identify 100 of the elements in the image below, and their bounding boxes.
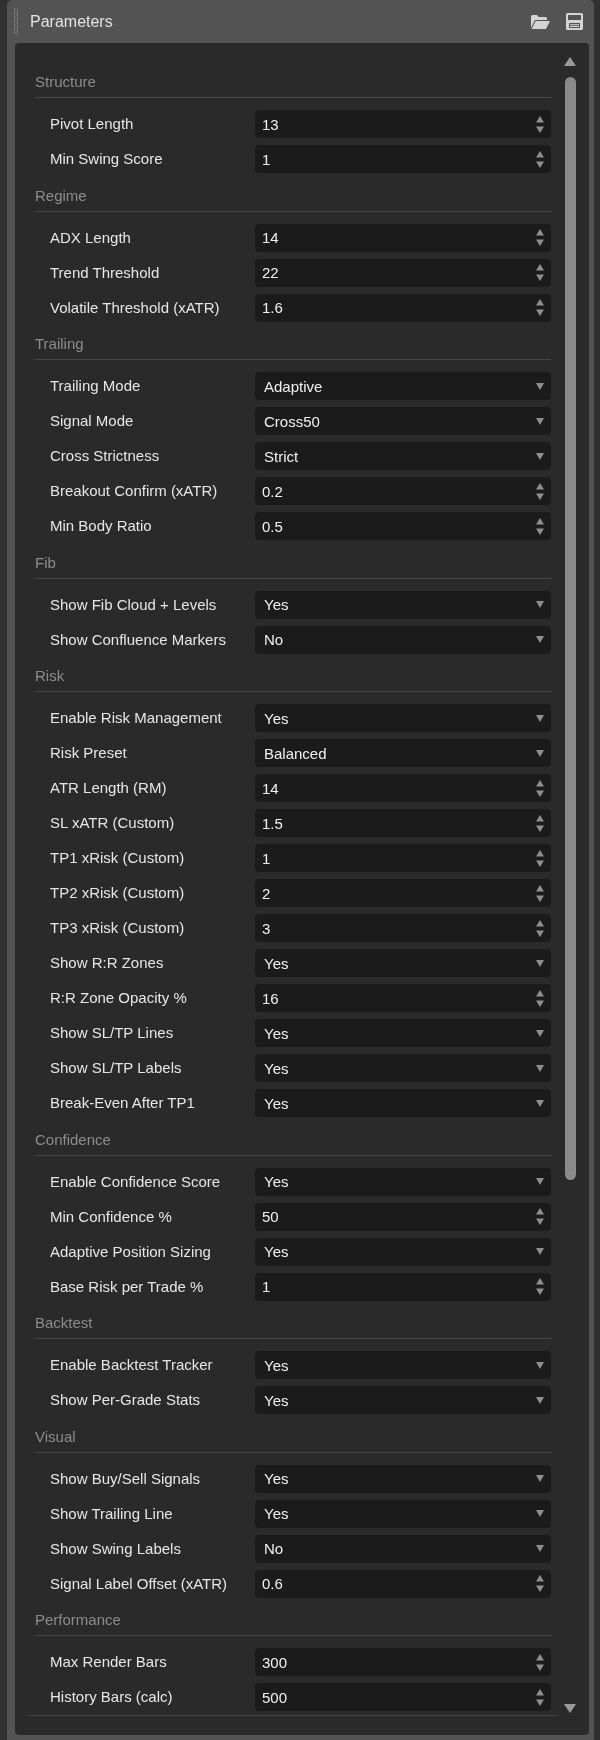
number-field[interactable]: 0.5 bbox=[255, 512, 551, 540]
scrollbar-thumb[interactable] bbox=[564, 77, 576, 1180]
caret-icon bbox=[536, 749, 544, 757]
spinner-arrows-icon[interactable] bbox=[536, 1575, 544, 1592]
dropdown[interactable]: Yes bbox=[255, 1167, 551, 1196]
spinner-arrows-icon[interactable] bbox=[536, 849, 544, 867]
field-label: Show Confluence Markers bbox=[50, 630, 226, 649]
number-field[interactable]: 300 bbox=[255, 1648, 551, 1676]
dropdown[interactable]: Cross50 bbox=[255, 407, 551, 435]
number-field[interactable]: 14 bbox=[255, 774, 551, 802]
caret-icon bbox=[536, 959, 544, 967]
dropdown[interactable]: Yes bbox=[255, 1386, 551, 1414]
dropdown[interactable]: Strict bbox=[255, 442, 551, 470]
caret-icon bbox=[536, 1248, 544, 1255]
spinner-arrows-icon[interactable] bbox=[536, 1688, 544, 1706]
dropdown[interactable]: Yes bbox=[255, 590, 551, 619]
caret-icon bbox=[536, 1396, 544, 1404]
number-field[interactable]: 2 bbox=[255, 879, 551, 907]
number-field[interactable]: 13 bbox=[255, 110, 551, 138]
field-label: Break-Even After TP1 bbox=[50, 1094, 195, 1112]
dropdown[interactable]: Yes bbox=[255, 704, 551, 732]
field-label: Show Per-Grade Stats bbox=[50, 1391, 201, 1409]
spinner-arrows-icon[interactable] bbox=[536, 150, 544, 168]
field-label: Trailing Mode bbox=[50, 377, 141, 395]
spinner-arrows-icon[interactable] bbox=[536, 264, 544, 281]
section-title: Regime bbox=[35, 186, 87, 205]
dropdown[interactable]: Yes bbox=[255, 1237, 551, 1266]
caret-icon bbox=[536, 417, 544, 425]
number-field[interactable]: 0.6 bbox=[255, 1569, 551, 1598]
dropdown[interactable]: Yes bbox=[255, 1054, 551, 1082]
spinner-arrows-icon[interactable] bbox=[536, 1278, 544, 1295]
dropdown[interactable]: Yes bbox=[255, 1351, 551, 1379]
field-label: Enable Confidence Score bbox=[50, 1172, 221, 1191]
number-field[interactable]: 14 bbox=[255, 223, 551, 252]
field-label: Volatile Threshold (xATR) bbox=[50, 298, 220, 317]
spinner-arrows-icon[interactable] bbox=[536, 989, 544, 1007]
field-label: ATR Length (RM) bbox=[50, 779, 167, 797]
field-label: Min Body Ratio bbox=[50, 517, 152, 535]
spinner-arrows-icon[interactable] bbox=[536, 1208, 544, 1225]
dropdown[interactable]: No bbox=[255, 625, 551, 654]
caret-icon bbox=[536, 1099, 544, 1107]
field-label: Show Swing Labels bbox=[50, 1539, 181, 1558]
dropdown[interactable]: Balanced bbox=[255, 739, 551, 767]
section-title: Performance bbox=[35, 1611, 121, 1629]
field-label: Show R:R Zones bbox=[50, 954, 164, 972]
number-field[interactable]: 0.2 bbox=[255, 477, 551, 505]
number-field[interactable]: 1.6 bbox=[255, 293, 551, 322]
section-title: Confidence bbox=[35, 1130, 111, 1149]
dropdown[interactable]: Yes bbox=[255, 1464, 551, 1493]
spinner-arrows-icon[interactable] bbox=[536, 1653, 544, 1671]
grip-icon[interactable] bbox=[14, 8, 18, 35]
dropdown[interactable]: Yes bbox=[255, 949, 551, 977]
number-field[interactable]: 500 bbox=[255, 1683, 551, 1711]
number-field[interactable]: 1.5 bbox=[255, 809, 551, 837]
field-label: Breakout Confirm (xATR) bbox=[50, 482, 218, 500]
field-label: History Bars (calc) bbox=[50, 1688, 173, 1706]
dropdown[interactable]: Yes bbox=[255, 1089, 551, 1117]
number-field[interactable]: 3 bbox=[255, 914, 551, 942]
number-field[interactable]: 16 bbox=[255, 984, 551, 1012]
caret-icon bbox=[536, 1029, 544, 1037]
caret-icon bbox=[536, 1475, 544, 1482]
spinner-arrows-icon[interactable] bbox=[536, 919, 544, 937]
spinner-arrows-icon[interactable] bbox=[536, 115, 544, 133]
up-arrow-icon[interactable] bbox=[564, 57, 576, 66]
dropdown[interactable]: Yes bbox=[255, 1499, 551, 1528]
spinner-arrows-icon[interactable] bbox=[536, 814, 544, 832]
field-label: R:R Zone Opacity % bbox=[50, 989, 187, 1007]
field-label: Show Buy/Sell Signals bbox=[50, 1469, 201, 1488]
number-field[interactable]: 1 bbox=[255, 844, 551, 872]
spinner-arrows-icon[interactable] bbox=[536, 884, 544, 902]
field-label: Show SL/TP Labels bbox=[50, 1059, 182, 1077]
field-label: Show Fib Cloud + Levels bbox=[50, 595, 217, 614]
caret-icon bbox=[536, 382, 544, 390]
field-label: Cross Strictness bbox=[50, 447, 160, 465]
field-label: TP3 xRisk (Custom) bbox=[50, 919, 185, 937]
caret-icon bbox=[536, 452, 544, 460]
field-label: Max Render Bars bbox=[50, 1653, 167, 1671]
dropdown[interactable]: No bbox=[255, 1534, 551, 1563]
number-field[interactable]: 1 bbox=[255, 145, 551, 173]
dropdown[interactable]: Yes bbox=[255, 1019, 551, 1047]
spinner-arrows-icon[interactable] bbox=[536, 779, 544, 797]
field-label: Risk Preset bbox=[50, 744, 127, 762]
folder-icon[interactable] bbox=[531, 14, 550, 29]
field-label: Trend Threshold bbox=[50, 263, 160, 282]
spinner-arrows-icon[interactable] bbox=[536, 482, 544, 500]
number-field[interactable]: 22 bbox=[255, 258, 551, 287]
spinner-arrows-icon[interactable] bbox=[536, 299, 544, 316]
field-label: Enable Backtest Tracker bbox=[50, 1356, 213, 1374]
number-field[interactable]: 1 bbox=[255, 1272, 551, 1301]
spinner-arrows-icon[interactable] bbox=[536, 517, 544, 535]
number-field[interactable]: 50 bbox=[255, 1202, 551, 1231]
spinner-arrows-icon[interactable] bbox=[536, 229, 544, 246]
down-arrow-icon[interactable] bbox=[564, 1704, 576, 1713]
caret-icon bbox=[536, 1545, 544, 1552]
caret-icon bbox=[536, 1361, 544, 1369]
field-label: Signal Mode bbox=[50, 412, 134, 430]
field-label: Min Swing Score bbox=[50, 150, 163, 168]
section-title: Risk bbox=[35, 667, 65, 685]
caret-icon bbox=[536, 636, 544, 643]
dropdown[interactable]: Adaptive bbox=[255, 372, 551, 400]
